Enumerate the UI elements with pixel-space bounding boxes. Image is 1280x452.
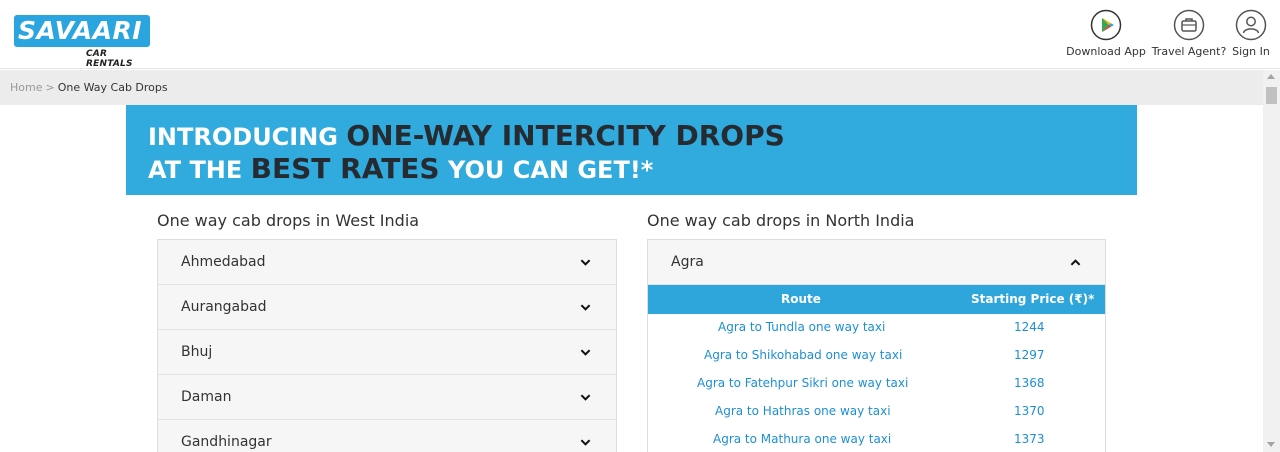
route-price: 1244	[1014, 320, 1045, 334]
page: SAVAARI CAR RENTALS Download App Travel …	[0, 0, 1280, 452]
city-accordion-item-expanded[interactable]: Agra	[648, 240, 1105, 285]
sign-in-label: Sign In	[1232, 45, 1270, 58]
west-india-accordion: Ahmedabad Aurangabad Bhuj Daman Gandhina…	[157, 239, 617, 452]
route-link[interactable]: Agra to Tundla one way taxi	[718, 320, 885, 334]
route-link[interactable]: Agra to Fatehpur Sikri one way taxi	[697, 376, 908, 390]
table-row: Agra to Fatehpur Sikri one way taxi 1368	[648, 370, 1105, 398]
city-label: Agra	[671, 254, 704, 270]
chevron-down-icon	[580, 394, 591, 401]
city-label: Daman	[181, 389, 232, 405]
user-icon	[1235, 9, 1267, 41]
breadcrumb-current: One Way Cab Drops	[57, 81, 168, 94]
logo-text: SAVAARI	[18, 16, 143, 45]
city-label: Gandhinagar	[181, 434, 272, 450]
route-link[interactable]: Agra to Mathura one way taxi	[713, 432, 891, 446]
banner-text-at-the: AT THE	[148, 156, 251, 184]
sign-in-button[interactable]: Sign In	[1230, 9, 1272, 58]
route-price: 1368	[1014, 376, 1045, 390]
chevron-down-icon	[580, 349, 591, 356]
chevron-up-icon	[1070, 259, 1081, 266]
chevron-down-icon	[580, 439, 591, 446]
city-label: Bhuj	[181, 344, 213, 360]
play-store-icon	[1090, 9, 1122, 41]
download-app-button[interactable]: Download App	[1066, 9, 1146, 58]
page-scrollbar[interactable]	[1263, 70, 1280, 452]
logo-subtitle: CAR RENTALS	[86, 49, 133, 69]
route-link[interactable]: Agra to Hathras one way taxi	[715, 404, 891, 418]
route-price: 1297	[1014, 348, 1045, 362]
table-row: Agra to Mathura one way taxi 1373	[648, 426, 1105, 452]
breadcrumb: Home > One Way Cab Drops	[0, 70, 1263, 105]
banner-line-1: INTRODUCING ONE-WAY INTERCITY DROPS	[148, 119, 785, 152]
scroll-down-arrow-icon[interactable]	[1267, 442, 1275, 447]
city-accordion-item[interactable]: Bhuj	[158, 330, 616, 375]
scrollbar-thumb[interactable]	[1266, 87, 1277, 104]
north-india-title: One way cab drops in North India	[647, 211, 915, 230]
table-row: Agra to Hathras one way taxi 1370	[648, 398, 1105, 426]
route-price: 1370	[1014, 404, 1045, 418]
route-price-table: Route Starting Price (₹)* Agra to Tundla…	[648, 285, 1105, 452]
travel-agent-label: Travel Agent?	[1151, 45, 1227, 58]
chevron-down-icon	[580, 259, 591, 266]
city-label: Ahmedabad	[181, 254, 266, 270]
breadcrumb-home-link[interactable]: Home	[10, 81, 42, 94]
banner-text-best-rates: BEST RATES	[250, 152, 440, 185]
download-app-label: Download App	[1066, 45, 1146, 58]
briefcase-icon	[1173, 9, 1205, 41]
banner-text-you-can-get: YOU CAN GET!*	[439, 156, 654, 184]
west-india-title: One way cab drops in West India	[157, 211, 420, 230]
banner-text-highlight: ONE-WAY INTERCITY DROPS	[346, 119, 785, 152]
banner-line-2: AT THE BEST RATES YOU CAN GET!*	[148, 152, 653, 185]
price-column-header: Starting Price (₹)*	[971, 292, 1095, 306]
table-row: Agra to Shikohabad one way taxi 1297	[648, 342, 1105, 370]
table-header-row: Route Starting Price (₹)*	[648, 285, 1105, 314]
city-accordion-item[interactable]: Gandhinagar	[158, 420, 616, 452]
promo-banner: INTRODUCING ONE-WAY INTERCITY DROPS AT T…	[126, 105, 1137, 195]
route-link[interactable]: Agra to Shikohabad one way taxi	[704, 348, 902, 362]
city-accordion-item[interactable]: Daman	[158, 375, 616, 420]
route-price: 1373	[1014, 432, 1045, 446]
travel-agent-button[interactable]: Travel Agent?	[1151, 9, 1227, 58]
breadcrumb-separator: >	[45, 81, 55, 94]
top-header: SAVAARI CAR RENTALS Download App Travel …	[0, 0, 1280, 69]
savaari-logo[interactable]: SAVAARI CAR RENTALS	[14, 15, 150, 69]
chevron-down-icon	[580, 304, 591, 311]
scroll-up-arrow-icon[interactable]	[1267, 74, 1275, 79]
city-label: Aurangabad	[181, 299, 267, 315]
banner-text-intro: INTRODUCING	[148, 123, 347, 151]
city-accordion-item[interactable]: Ahmedabad	[158, 240, 616, 285]
route-column-header: Route	[781, 292, 821, 306]
table-row: Agra to Tundla one way taxi 1244	[648, 314, 1105, 342]
city-accordion-item[interactable]: Aurangabad	[158, 285, 616, 330]
